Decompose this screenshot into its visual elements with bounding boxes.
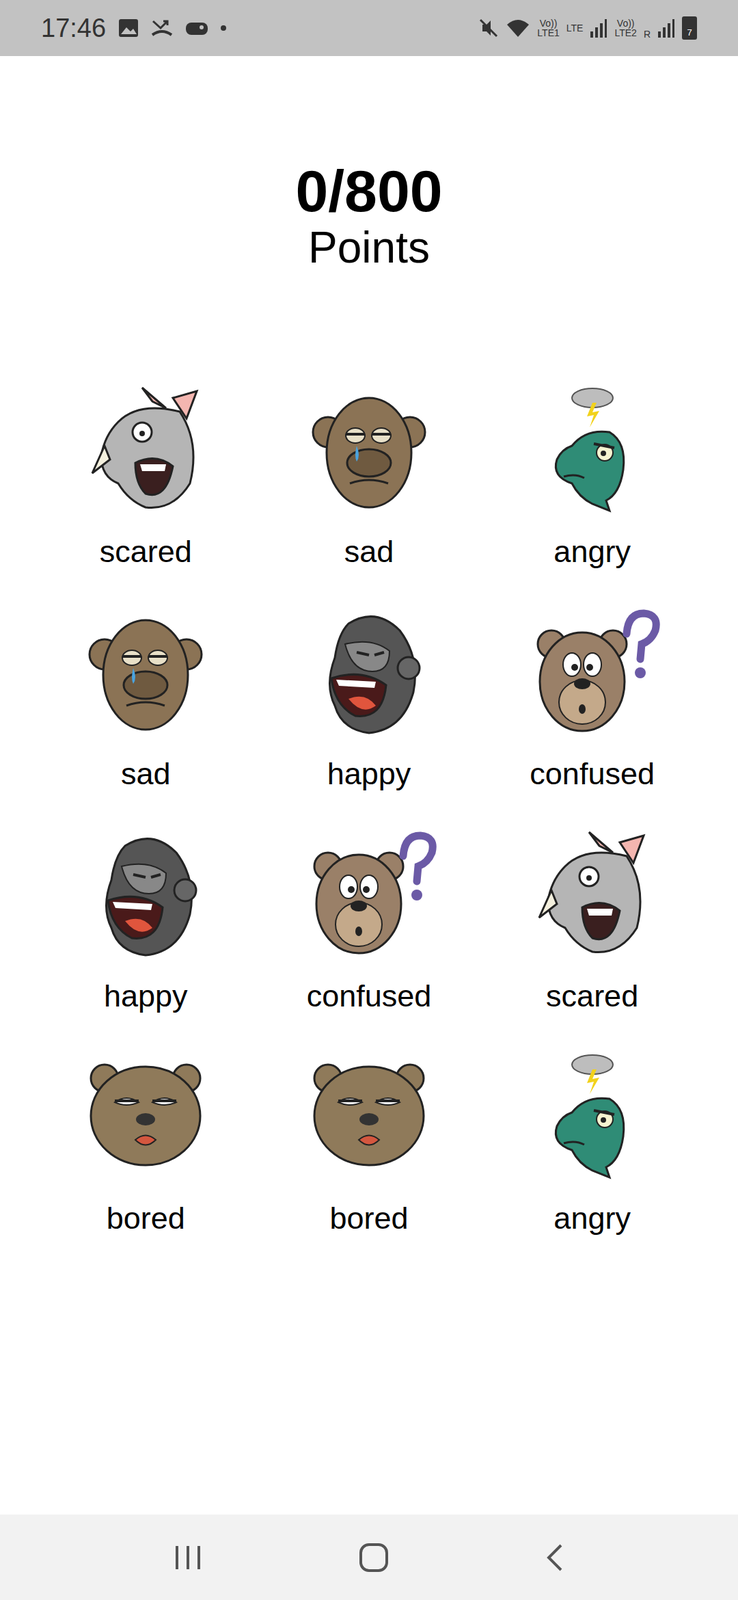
game-icon xyxy=(185,19,209,37)
navigation-bar xyxy=(0,1513,738,1599)
score-label: Points xyxy=(308,223,430,272)
card-label: confused xyxy=(306,975,432,1017)
sim1-indicator: Vo))LTE1 xyxy=(537,18,559,38)
app-screen: 17:46 Vo))LTE1 LTE Vo))LTE2 R 7 0/800Points sca… xyxy=(0,0,738,1599)
emotion-card[interactable]: confused xyxy=(257,824,482,1017)
wifi-icon xyxy=(505,17,531,39)
gorilla-happy-icon xyxy=(77,824,214,962)
emotion-card[interactable]: confused xyxy=(480,602,704,795)
clock: 17:46 xyxy=(41,8,106,48)
card-label: happy xyxy=(327,753,412,795)
sim2-indicator: Vo))LTE2 xyxy=(614,18,637,38)
monkey-sad-icon xyxy=(77,602,214,740)
dino-angry-icon xyxy=(524,1046,661,1184)
emotion-card[interactable]: happy xyxy=(257,602,482,795)
gorilla-happy-icon xyxy=(300,602,438,740)
bear-confused-icon xyxy=(300,824,438,962)
card-label: bored xyxy=(106,1197,186,1239)
gallery-icon xyxy=(118,18,139,38)
card-label: confused xyxy=(529,753,655,795)
monkey-sad-icon xyxy=(300,380,438,518)
card-label: angry xyxy=(553,1197,631,1239)
emotion-card[interactable]: scared xyxy=(34,380,258,572)
missed-call-icon xyxy=(151,18,173,38)
card-grid: scared sad angry sad happy confused happy confu… xyxy=(0,380,738,1239)
emotion-card[interactable]: angry xyxy=(480,380,704,572)
rhino-scared-icon xyxy=(77,380,214,518)
emotion-card[interactable]: sad xyxy=(257,380,482,572)
signal2-icon xyxy=(657,17,676,39)
rhino-scared-icon xyxy=(524,824,661,962)
emotion-card[interactable]: sad xyxy=(34,602,258,795)
card-label: angry xyxy=(553,530,631,572)
status-bar: 17:46 Vo))LTE1 LTE Vo))LTE2 R 7 xyxy=(0,0,738,57)
bear-confused-icon xyxy=(524,602,661,740)
battery-icon: 7 xyxy=(681,16,697,40)
emotion-card[interactable]: bored xyxy=(257,1046,482,1239)
emotion-card[interactable]: bored xyxy=(34,1046,258,1239)
bear-bored-icon xyxy=(77,1046,214,1184)
card-label: sad xyxy=(344,530,395,572)
bear-bored-icon xyxy=(300,1046,438,1184)
card-label: happy xyxy=(103,975,188,1017)
roaming-indicator: R xyxy=(643,27,651,42)
data-indicator: LTE xyxy=(566,21,584,36)
card-label: scared xyxy=(545,975,639,1017)
mute-icon xyxy=(478,17,499,39)
card-label: sad xyxy=(120,753,171,795)
score-panel: 0/800Points xyxy=(0,158,738,272)
score-value: 0/800 xyxy=(295,158,443,224)
emotion-card[interactable]: happy xyxy=(34,824,258,1017)
recents-icon[interactable] xyxy=(172,1542,203,1571)
card-label: bored xyxy=(329,1197,408,1239)
battery-level: 7 xyxy=(686,28,692,37)
emotion-card[interactable]: scared xyxy=(480,824,704,1017)
dino-angry-icon xyxy=(524,380,661,518)
home-icon[interactable] xyxy=(358,1540,390,1573)
signal-icon xyxy=(589,17,608,39)
back-icon[interactable] xyxy=(544,1541,566,1572)
emotion-card[interactable]: angry xyxy=(480,1046,704,1239)
dot-icon xyxy=(220,25,227,31)
card-label: scared xyxy=(99,530,193,572)
